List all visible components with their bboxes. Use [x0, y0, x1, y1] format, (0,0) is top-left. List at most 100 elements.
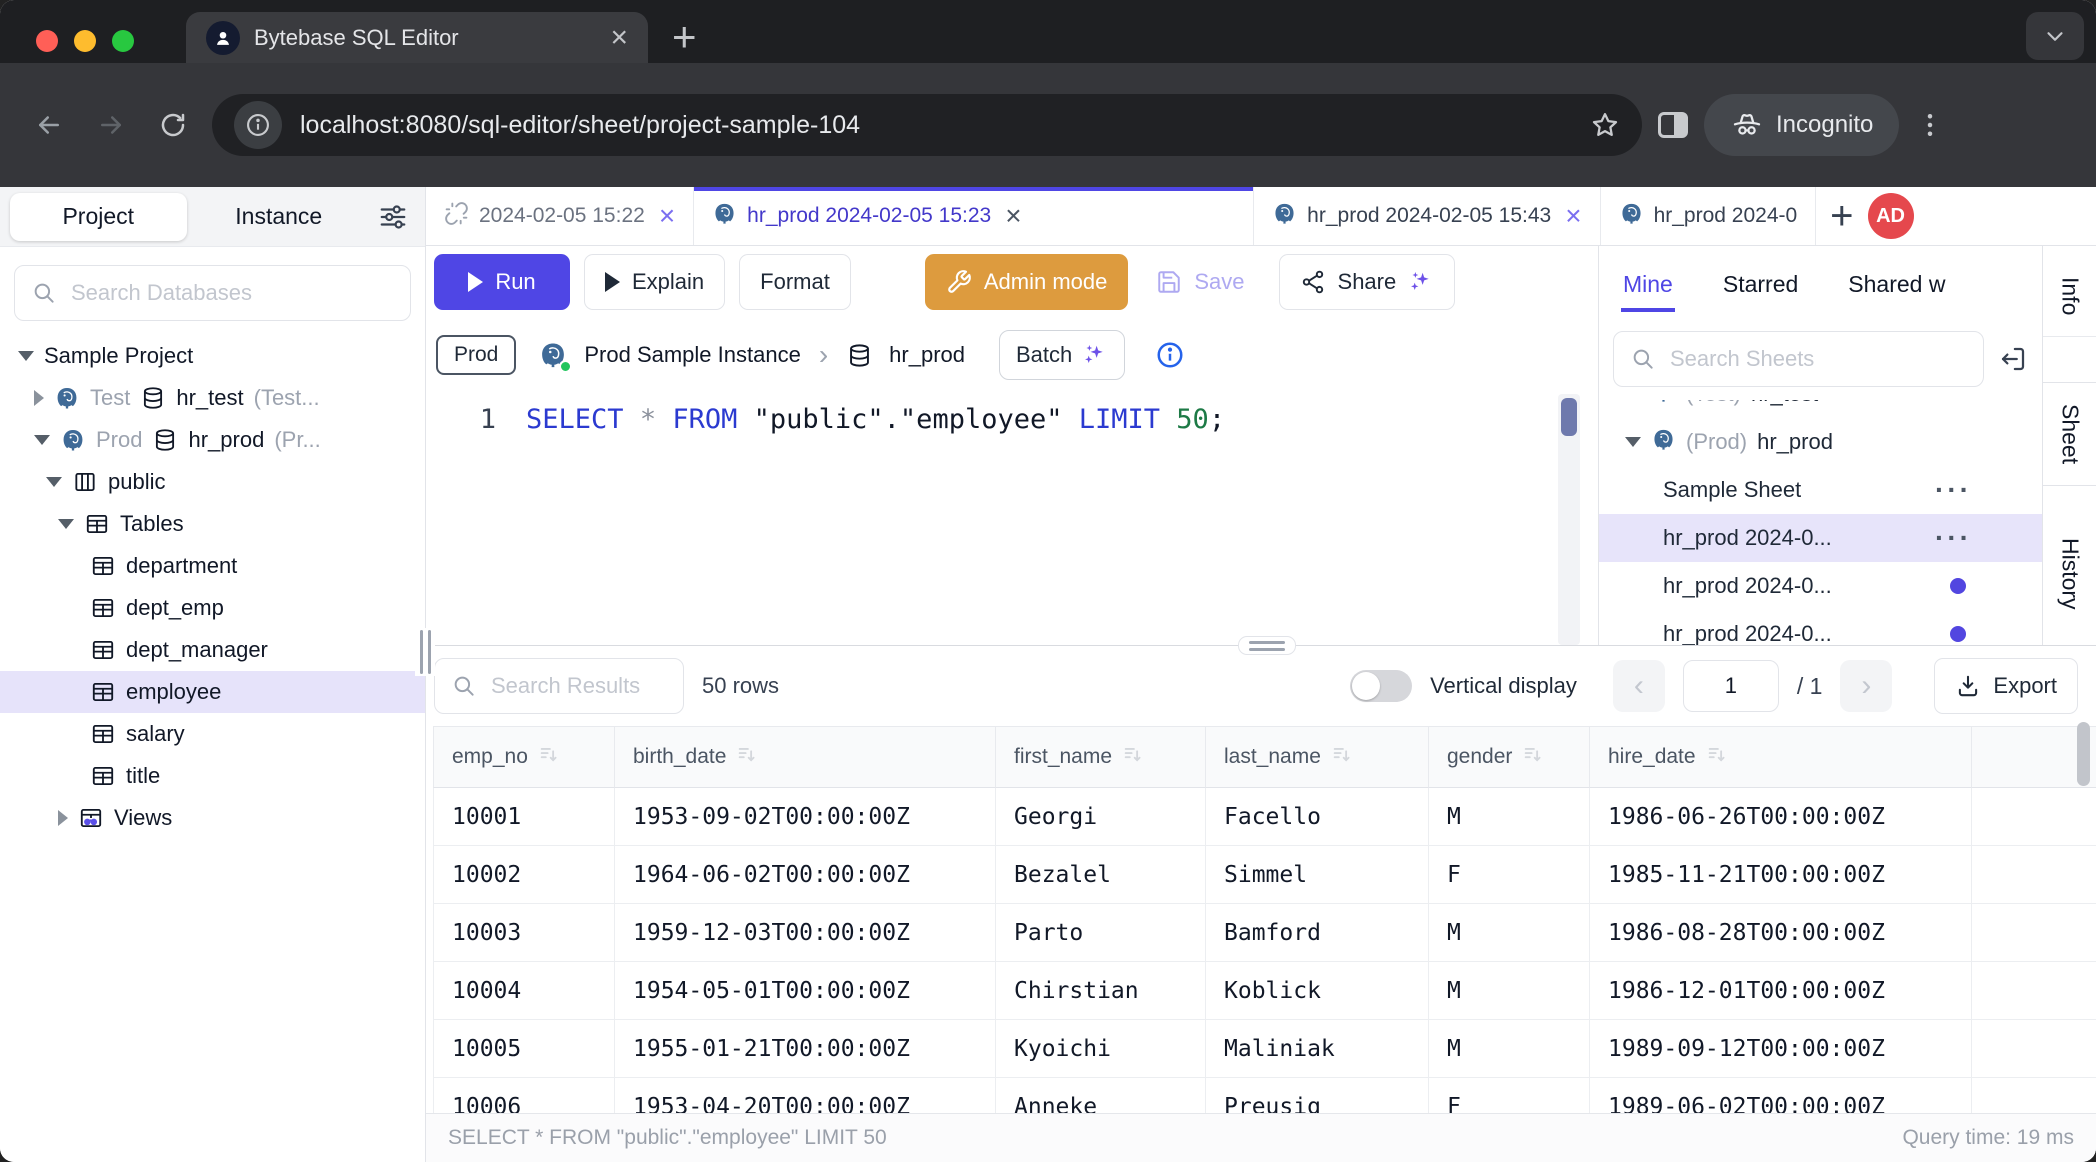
editor-scrollbar[interactable] — [1558, 394, 1580, 645]
code-line: 1 SELECT * FROM "public"."employee" LIMI… — [426, 404, 1225, 435]
cell-last_name: Koblick — [1206, 962, 1429, 1020]
cell-hire_date: 1985-11-21T00:00:00Z — [1590, 846, 1972, 904]
vertical-display-toggle[interactable] — [1350, 670, 1412, 702]
tab-instance[interactable]: Instance — [191, 193, 368, 241]
window-minimize-button[interactable] — [74, 30, 96, 52]
sheet-panel-tab-Shared w[interactable]: Shared w — [1846, 253, 1947, 312]
reload-button[interactable] — [150, 102, 196, 148]
tree-item-Sample Project[interactable]: Sample Project — [0, 335, 425, 377]
table-row[interactable]: 100041954-05-01T00:00:00ZChirstianKoblic… — [433, 962, 2096, 1020]
tree-item-Tables[interactable]: Tables — [0, 503, 425, 545]
tab-search-button[interactable] — [2026, 12, 2084, 60]
browser-menu-button[interactable] — [1915, 110, 1945, 140]
sheet-panel-tab-Starred[interactable]: Starred — [1721, 253, 1800, 312]
run-button[interactable]: Run — [434, 254, 570, 310]
tree-item-hr_test[interactable]: Testhr_test(Test... — [0, 377, 425, 419]
import-sheet-button[interactable] — [1998, 344, 2028, 374]
tree-item-employee[interactable]: employee — [0, 671, 425, 713]
back-button[interactable] — [26, 102, 72, 148]
instance-name[interactable]: Prod Sample Instance — [584, 342, 800, 368]
close-tab-icon[interactable]: × — [659, 202, 675, 230]
address-bar[interactable]: localhost:8080/sql-editor/sheet/project-… — [212, 94, 1642, 156]
tree-item-dept_emp[interactable]: dept_emp — [0, 587, 425, 629]
tree-item-dept_manager[interactable]: dept_manager — [0, 629, 425, 671]
column-header-birth_date[interactable]: birth_date — [615, 727, 996, 788]
results-search-input[interactable] — [489, 672, 667, 700]
export-button[interactable]: Export — [1934, 658, 2078, 714]
column-header-hire_date[interactable]: hire_date — [1590, 727, 1972, 788]
results-scrollbar[interactable] — [2077, 722, 2090, 786]
tree-item-Views[interactable]: Views — [0, 797, 425, 839]
database-search-input[interactable] — [69, 279, 394, 307]
cell-filler — [1972, 904, 2096, 962]
side-tab-info[interactable]: Info — [2043, 256, 2096, 336]
label: public — [108, 469, 165, 495]
page-input[interactable] — [1683, 660, 1779, 712]
sql-editor[interactable]: 1 SELECT * FROM "public"."employee" LIMI… — [426, 392, 1598, 645]
cell-last_name: Preusig — [1206, 1078, 1429, 1113]
column-header-last_name[interactable]: last_name — [1206, 727, 1429, 788]
database-name[interactable]: hr_prod — [889, 342, 965, 368]
table-row[interactable]: 100031959-12-03T00:00:00ZPartoBamfordM19… — [433, 904, 2096, 962]
new-sheet-button[interactable]: + — [1830, 196, 1853, 236]
admin-mode-button[interactable]: Admin mode — [925, 254, 1129, 310]
results-resize-handle[interactable] — [1238, 636, 1296, 655]
sheet-item[interactable]: hr_prod 2024-0... — [1599, 610, 2042, 645]
more-button[interactable]: ··· — [1935, 474, 1972, 506]
prev-page-button[interactable]: ‹ — [1613, 660, 1665, 712]
sheet-group-hr_test[interactable]: (Test)hr_test — [1599, 400, 2042, 418]
sheet-panel-tab-Mine[interactable]: Mine — [1621, 253, 1675, 312]
next-page-button[interactable]: › — [1840, 660, 1892, 712]
connection-info-button[interactable] — [1155, 340, 1185, 370]
tab-close-icon[interactable]: × — [610, 23, 628, 53]
table-row[interactable]: 100021964-06-02T00:00:00ZBezalelSimmelF1… — [433, 846, 2096, 904]
filter-button[interactable] — [371, 202, 415, 232]
tree-item-title[interactable]: title — [0, 755, 425, 797]
tree-item-department[interactable]: department — [0, 545, 425, 587]
sheet-tab-hr_prod 2024-02-05 15:23[interactable]: hr_prod 2024-02-05 15:23× — [694, 187, 1254, 245]
editor-scrollbar-thumb[interactable] — [1561, 398, 1577, 436]
window-zoom-button[interactable] — [112, 30, 134, 52]
tree-item-salary[interactable]: salary — [0, 713, 425, 755]
user-avatar[interactable]: AD — [1868, 193, 1914, 239]
tab-project[interactable]: Project — [10, 193, 187, 241]
side-tab-sheet[interactable]: Sheet — [2042, 382, 2096, 486]
save-button[interactable]: Save — [1136, 254, 1264, 310]
sheet-item[interactable]: hr_prod 2024-0...··· — [1599, 514, 2042, 562]
sidebar-resize-handle[interactable] — [415, 628, 435, 676]
sheet-item[interactable]: hr_prod 2024-0... — [1599, 562, 2042, 610]
url-text[interactable]: localhost:8080/sql-editor/sheet/project-… — [300, 111, 1572, 140]
format-button[interactable]: Format — [739, 254, 851, 310]
close-tab-icon[interactable]: × — [1565, 202, 1581, 230]
sheet-item[interactable]: Sample Sheet··· — [1599, 466, 2042, 514]
explain-button[interactable]: Explain — [584, 254, 725, 310]
sheet-search-input[interactable] — [1668, 345, 1967, 373]
column-header-emp_no[interactable]: emp_no — [433, 727, 615, 788]
forward-button[interactable] — [88, 102, 134, 148]
column-header-gender[interactable]: gender — [1429, 727, 1590, 788]
table-row[interactable]: 100061953-04-20T00:00:00ZAnnekePreusigF1… — [433, 1078, 2096, 1113]
bookmark-button[interactable] — [1590, 110, 1620, 140]
close-tab-icon[interactable]: × — [1005, 202, 1021, 230]
share-button[interactable]: Share — [1279, 254, 1456, 310]
site-info-button[interactable] — [234, 101, 282, 149]
browser-tab[interactable]: Bytebase SQL Editor × — [186, 12, 648, 63]
window-close-button[interactable] — [36, 30, 58, 52]
more-button[interactable]: ··· — [1935, 522, 1972, 554]
sheet-tab-2024-02-05 15:22[interactable]: 2024-02-05 15:22× — [426, 187, 694, 245]
tree-item-hr_prod[interactable]: Prodhr_prod(Pr... — [0, 419, 425, 461]
tree-item-public[interactable]: public — [0, 461, 425, 503]
table-row[interactable]: 100051955-01-21T00:00:00ZKyoichiMaliniak… — [433, 1020, 2096, 1078]
batch-button[interactable]: Batch — [999, 330, 1125, 380]
new-tab-button[interactable]: + — [672, 14, 697, 60]
sheet-group-hr_prod[interactable]: (Prod)hr_prod — [1599, 418, 2042, 466]
sheet-tab-hr_prod 2024-02-05 15:43[interactable]: hr_prod 2024-02-05 15:43× — [1254, 187, 1600, 245]
sheet-item-label: hr_prod 2024-0... — [1663, 573, 1832, 599]
kebab-menu-icon — [1915, 110, 1945, 140]
side-panel-button[interactable] — [1658, 112, 1688, 138]
table-row[interactable]: 100011953-09-02T00:00:00ZGeorgiFacelloM1… — [433, 788, 2096, 846]
table-icon — [90, 721, 116, 747]
column-header-first_name[interactable]: first_name — [996, 727, 1206, 788]
sheet-tab-hr_prod 2024-0[interactable]: hr_prod 2024-0 — [1601, 187, 1817, 245]
side-tab-history[interactable]: History — [2043, 518, 2096, 630]
